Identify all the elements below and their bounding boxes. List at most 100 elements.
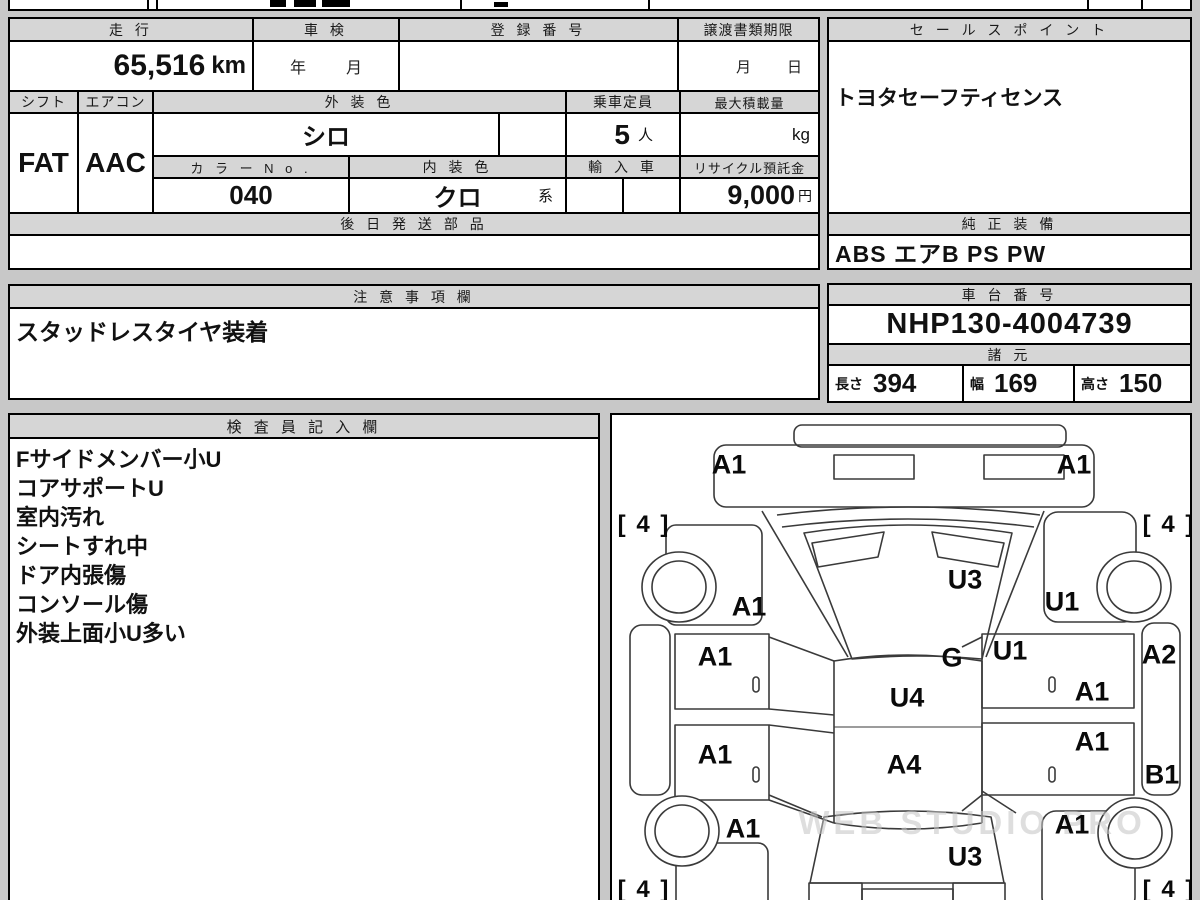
spec-header: 諸 元 <box>829 345 1190 366</box>
genuine-equipment-text: ABS エアB PS PW <box>835 241 1047 267</box>
damage-label-G: G <box>941 642 963 673</box>
capacity-value: 5 <box>614 118 630 150</box>
cutoff-text-fragment <box>294 0 316 7</box>
divider <box>147 0 149 9</box>
cutoff-text-fragment <box>270 0 286 7</box>
exterior-color-cell: シロ <box>154 114 500 157</box>
damage-label-U3: U3 <box>947 841 983 872</box>
damage-label-4: [ 4 ] <box>1142 511 1192 538</box>
divider <box>648 0 650 9</box>
length-label: 長さ <box>835 375 863 392</box>
recycle-deposit-unit: 円 <box>798 187 812 204</box>
shift-header: シフト <box>10 92 79 114</box>
damage-diagram: WEB STUDIO PRO A1 A1 [4] [4] U3 A1 U… <box>610 413 1192 900</box>
capacity-unit: 人 <box>637 127 653 144</box>
sales-point-block: セ ー ル ス ポ イ ン ト トヨタセーフティセンス 純 正 装 備 ABS … <box>827 17 1192 270</box>
mileage-unit: km <box>211 52 246 79</box>
inspector-note-line: 室内汚れ <box>16 505 105 530</box>
damage-label-4: [ 4 ] <box>617 511 671 538</box>
length-cell: 長さ 394 <box>829 366 964 401</box>
damage-label-U4: U4 <box>889 682 925 713</box>
inspector-note-line: ドア内張傷 <box>16 563 127 588</box>
inspector-note-line: Fサイドメンバー小U <box>16 447 222 472</box>
damage-label-A1: A1 <box>1074 676 1110 707</box>
genuine-equipment-cell: ABS エアB PS PW <box>829 236 1190 268</box>
shift-value-cell: FAT <box>10 114 79 214</box>
height-value: 150 <box>1119 368 1163 398</box>
later-parts-cell <box>10 236 818 268</box>
damage-label-B1: B1 <box>1144 759 1180 790</box>
exterior-color-value: シロ <box>302 124 350 151</box>
mileage-header: 走 行 <box>10 19 254 42</box>
height-cell: 高さ 150 <box>1075 366 1190 401</box>
damage-label-A1: A1 <box>1056 449 1092 480</box>
capacity-cell: 5 人 <box>567 114 681 157</box>
shift-value: FAT <box>18 147 69 178</box>
transfer-month-label: 月 <box>735 58 751 76</box>
inspection-cell: 年 月 <box>254 42 400 92</box>
cutoff-text-fragment <box>494 2 508 7</box>
aircon-header: エアコン <box>79 92 154 114</box>
notes-header: 注 意 事 項 欄 <box>10 286 818 309</box>
damage-label-A2: A2 <box>1141 639 1177 670</box>
interior-color-value: クロ <box>433 185 482 212</box>
damage-label-4: [ 4 ] <box>1142 876 1192 900</box>
import-car-cell-1 <box>567 179 624 214</box>
width-value: 169 <box>994 368 1038 398</box>
damage-label-A1: A1 <box>697 641 733 672</box>
damage-label-4: [ 4 ] <box>617 876 671 900</box>
damage-label-A4: A4 <box>886 749 922 780</box>
height-label: 高さ <box>1081 375 1109 392</box>
interior-color-suffix: 系 <box>537 188 553 205</box>
divider <box>1087 0 1089 9</box>
max-load-header: 最大積載量 <box>681 92 818 114</box>
transfer-day-label: 日 <box>786 58 802 76</box>
cutoff-text-fragment <box>322 0 350 7</box>
mileage-value: 65,516 <box>113 49 206 82</box>
exterior-color-header: 外 装 色 <box>154 92 567 114</box>
chassis-no-header: 車 台 番 号 <box>829 285 1190 306</box>
sales-point-header: セ ー ル ス ポ イ ン ト <box>829 19 1190 42</box>
inspector-header: 検 査 員 記 入 欄 <box>10 415 598 439</box>
color-no-cell: 040 <box>154 179 350 214</box>
damage-label-A1: A1 <box>697 739 733 770</box>
damage-label-U1: U1 <box>992 635 1028 666</box>
color-no-value: 040 <box>229 180 273 210</box>
transfer-deadline-cell: 月 日 <box>679 42 818 92</box>
interior-color-cell: クロ 系 <box>350 179 567 214</box>
color-no-header: カ ラ ー N o . <box>154 157 350 179</box>
inspection-month-label: 月 <box>346 60 363 77</box>
divider <box>156 0 158 9</box>
vehicle-data-table: 走 行 車 検 登 録 番 号 譲渡書類期限 65,516 km 年 月 月 日… <box>8 17 820 270</box>
mileage-cell: 65,516 km <box>10 42 254 92</box>
inspection-year-label: 年 <box>289 60 306 77</box>
width-label: 幅 <box>970 375 984 392</box>
inspector-note-line: コンソール傷 <box>16 592 149 617</box>
width-cell: 幅 169 <box>964 366 1075 401</box>
max-load-unit: kg <box>792 124 810 144</box>
damage-label-A1: A1 <box>731 591 767 622</box>
genuine-equipment-header: 純 正 装 備 <box>829 214 1190 236</box>
import-car-cell-2 <box>624 179 681 214</box>
sales-point-text: トヨタセーフティセンス <box>835 87 1064 110</box>
recycle-deposit-header: リサイクル預託金 <box>681 157 818 179</box>
inspector-block: 検 査 員 記 入 欄 Fサイドメンバー小U コアサポートU 室内汚れ シートす… <box>8 413 600 900</box>
aircon-value: AAC <box>85 147 146 178</box>
capacity-header: 乗車定員 <box>567 92 681 114</box>
damage-label-A1: A1 <box>1074 726 1110 757</box>
recycle-deposit-value: 9,000 <box>727 180 795 210</box>
inspector-note-line: シートすれ中 <box>16 534 149 559</box>
inspection-header: 車 検 <box>254 19 400 42</box>
notes-block: 注 意 事 項 欄 スタッドレスタイヤ装着 <box>8 284 820 400</box>
inspector-notes-list: Fサイドメンバー小U コアサポートU 室内汚れ シートすれ中 ドア内張傷 コンソ… <box>16 445 594 648</box>
chassis-no-cell: NHP130-4004739 <box>829 306 1190 345</box>
inspector-note-line: コアサポートU <box>16 476 164 501</box>
divider <box>460 0 462 9</box>
notes-cell: スタッドレスタイヤ装着 <box>10 309 818 398</box>
damage-label-A1: A1 <box>1054 809 1090 840</box>
notes-text: スタッドレスタイヤ装着 <box>16 319 269 345</box>
watermark: WEB STUDIO PRO <box>798 804 1146 841</box>
divider <box>1141 0 1143 9</box>
chassis-no-value: NHP130-4004739 <box>886 308 1133 340</box>
transfer-deadline-header: 譲渡書類期限 <box>679 19 818 42</box>
